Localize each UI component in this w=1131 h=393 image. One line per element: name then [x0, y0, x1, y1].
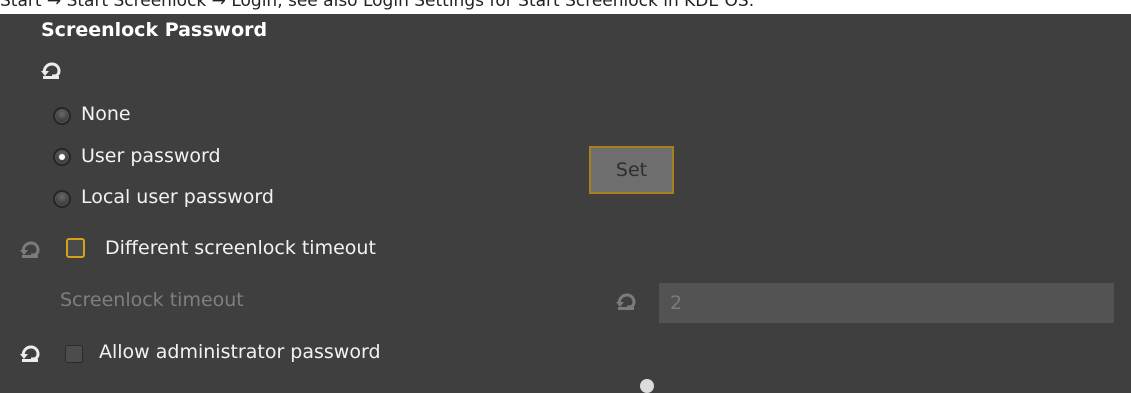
screenlock-timeout-value: 2	[670, 292, 683, 314]
top-caption-strip: Start → Start Screenlock → Login, see al…	[0, 0, 1131, 14]
radio-local-user-password[interactable]	[53, 190, 71, 208]
different-timeout-checkbox[interactable]	[66, 238, 85, 258]
reset-icon-glyph	[616, 293, 636, 310]
cutoff-info-icon	[640, 379, 654, 393]
allow-admin-label: Allow administrator password	[99, 341, 381, 363]
screenlock-timeout-label: Screenlock timeout	[60, 289, 244, 311]
reset-icon-timeout[interactable]	[615, 292, 637, 310]
reset-icon-glyph	[20, 345, 40, 362]
allow-admin-checkbox[interactable]	[65, 345, 83, 363]
radio-local-user-password-label: Local user password	[81, 186, 274, 208]
set-password-button[interactable]: Set	[589, 146, 674, 194]
radio-none[interactable]	[53, 107, 71, 125]
reset-icon-different-timeout[interactable]	[19, 240, 41, 258]
reset-icon-allow-admin[interactable]	[19, 344, 41, 362]
set-password-button-label: Set	[615, 159, 648, 181]
reset-icon[interactable]	[40, 61, 62, 79]
radio-user-password-label: User password	[81, 145, 221, 167]
screenlock-timeout-input[interactable]: 2	[659, 283, 1114, 323]
section-title: Screenlock Password	[41, 19, 268, 41]
radio-user-password[interactable]	[53, 148, 71, 166]
reset-icon-glyph	[20, 241, 40, 258]
different-timeout-label: Different screenlock timeout	[105, 237, 376, 259]
radio-none-label: None	[81, 103, 131, 125]
reset-icon-glyph	[41, 62, 61, 79]
top-caption-text: Start → Start Screenlock → Login, see al…	[0, 0, 755, 11]
